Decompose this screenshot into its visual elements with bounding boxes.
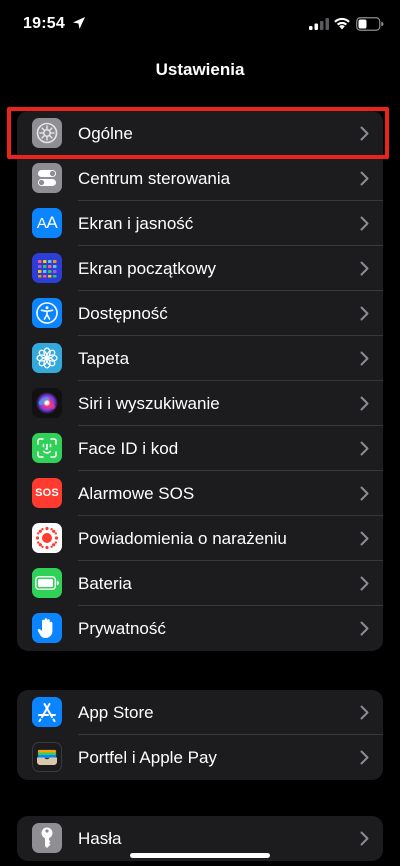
battery-icon [32,568,62,598]
settings-row-general[interactable]: Ogólne [17,111,383,156]
chevron-right-icon [360,621,369,636]
flower-icon [32,343,62,373]
settings-row-label: Centrum sterowania [78,169,231,188]
settings-row-label: Ekran początkowy [78,259,216,278]
home-indicator[interactable] [130,853,270,858]
settings-row-label: App Store [78,703,154,722]
chevron-right-icon [360,531,369,546]
chevron-right-icon [360,831,369,846]
settings-row-label: Alarmowe SOS [78,484,195,503]
location-arrow-icon [73,17,85,29]
settings-row-privacy[interactable]: Prywatność [17,606,383,651]
settings-row-emergency-sos[interactable]: SOS Alarmowe SOS [17,471,383,516]
chevron-right-icon [360,306,369,321]
settings-row-label: Ogólne [78,124,133,143]
page-title: Ustawienia [155,60,245,79]
toggles-icon [32,163,62,193]
exposure-icon [32,523,62,553]
chevron-right-icon [360,396,369,411]
settings-row-label: Prywatność [78,619,166,638]
settings-row-siri-search[interactable]: Siri i wyszukiwanie [17,381,383,426]
gear-icon [32,118,62,148]
wifi-icon [334,17,350,30]
settings-row-label: Portfel i Apple Pay [78,748,217,767]
siri-icon [32,388,62,418]
sos-icon: SOS [32,478,62,508]
chevron-right-icon [360,261,369,276]
text-size-icon: AA [32,208,62,238]
battery-status-icon [356,17,384,31]
settings-group-store: App Store Portfel i Apple Pay [17,690,383,780]
chevron-right-icon [360,216,369,231]
sos-badge-text: SOS [35,487,59,499]
settings-row-exposure-notifications[interactable]: Powiadomienia o narażeniu [17,516,383,561]
settings-row-label: Bateria [78,574,132,593]
chevron-right-icon [360,750,369,765]
chevron-right-icon [360,171,369,186]
settings-row-wallpaper[interactable]: Tapeta [17,336,383,381]
face-id-icon [32,433,62,463]
chevron-right-icon [360,705,369,720]
settings-row-battery[interactable]: Bateria [17,561,383,606]
key-icon [32,823,62,853]
settings-group-main: Ogólne Centrum sterowania AA Ekran i jas… [17,111,383,651]
chevron-right-icon [360,576,369,591]
settings-row-label: Hasła [78,829,122,848]
status-time: 19:54 [23,15,65,32]
settings-row-wallet-apple-pay[interactable]: Portfel i Apple Pay [17,735,383,780]
settings-row-label: Face ID i kod [78,439,179,458]
settings-row-label: Tapeta [78,349,130,368]
settings-row-control-center[interactable]: Centrum sterowania [17,156,383,201]
cellular-signal-icon [309,18,329,30]
chevron-right-icon [360,126,369,141]
hand-icon [32,613,62,643]
chevron-right-icon [360,441,369,456]
settings-row-home-screen[interactable]: Ekran początkowy [17,246,383,291]
wallet-icon [32,742,62,772]
home-grid-icon [32,253,62,283]
status-bar: 19:54 [0,0,400,50]
settings-row-display-brightness[interactable]: AA Ekran i jasność [17,201,383,246]
chevron-right-icon [360,351,369,366]
accessibility-icon [32,298,62,328]
settings-row-label: Dostępność [78,304,168,323]
settings-row-label: Ekran i jasność [78,214,194,233]
settings-row-face-id-passcode[interactable]: Face ID i kod [17,426,383,471]
settings-row-label: Siri i wyszukiwanie [78,394,220,413]
settings-row-accessibility[interactable]: Dostępność [17,291,383,336]
settings-row-app-store[interactable]: App Store [17,690,383,735]
app-store-icon [32,697,62,727]
settings-row-label: Powiadomienia o narażeniu [78,529,287,548]
chevron-right-icon [360,486,369,501]
